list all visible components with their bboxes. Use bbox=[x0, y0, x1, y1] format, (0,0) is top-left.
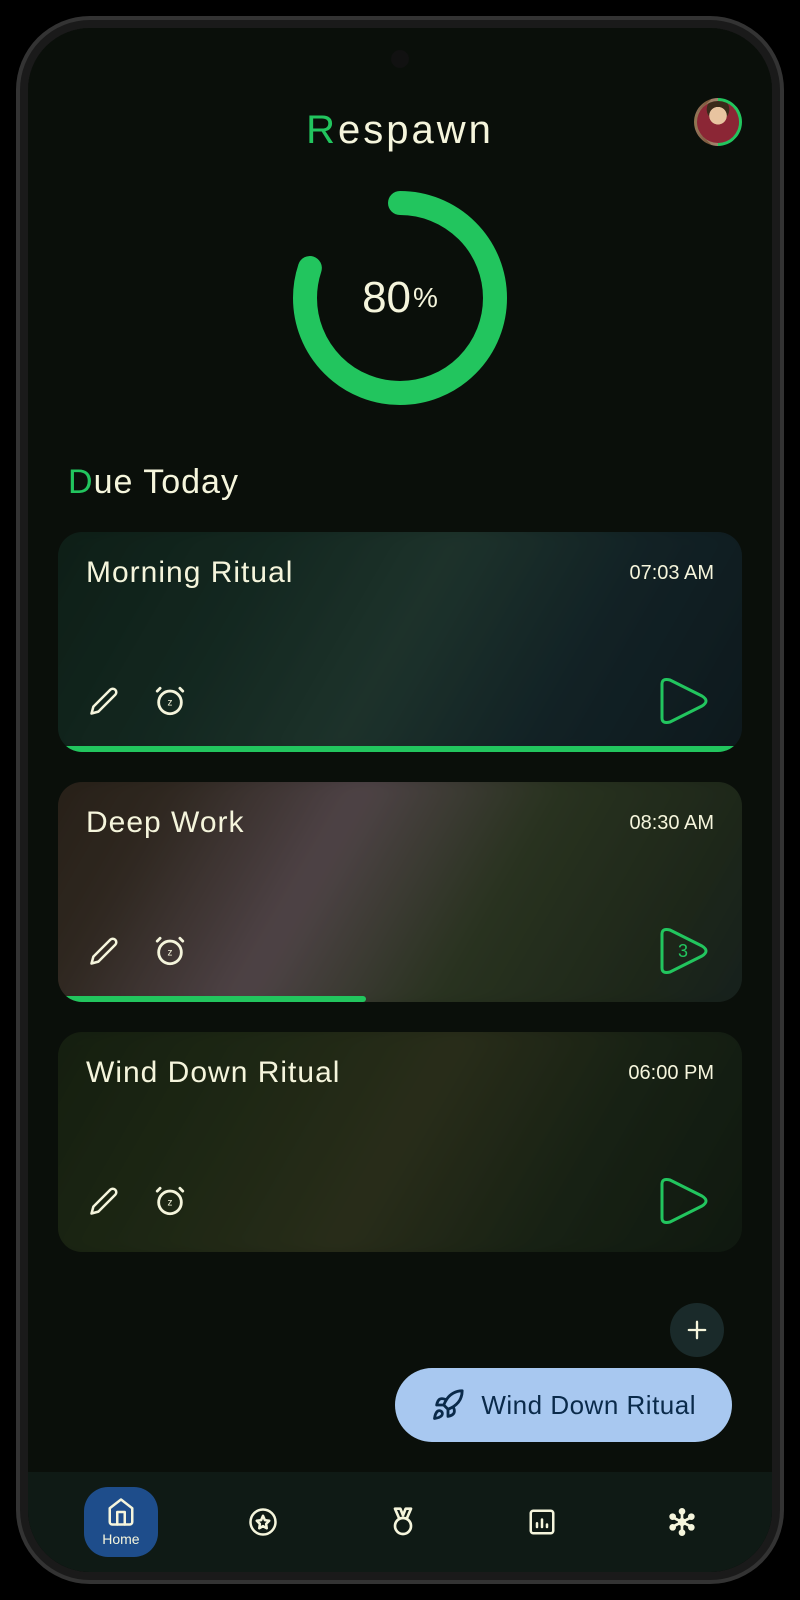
pencil-icon bbox=[89, 936, 119, 966]
card-actions: z bbox=[86, 683, 188, 719]
snooze-button[interactable]: z bbox=[152, 1183, 188, 1219]
avatar-image bbox=[697, 101, 739, 143]
nav-chart[interactable] bbox=[509, 1497, 575, 1547]
edit-button[interactable] bbox=[86, 1183, 122, 1219]
play-button[interactable] bbox=[652, 674, 714, 728]
pencil-icon bbox=[89, 686, 119, 716]
snooze-button[interactable]: z bbox=[152, 683, 188, 719]
camera-notch bbox=[391, 50, 409, 68]
card-header: Deep Work 08:30 AM bbox=[86, 806, 714, 840]
nav-home[interactable]: Home bbox=[84, 1487, 157, 1557]
nav-label: Home bbox=[102, 1531, 139, 1547]
card-footer: z bbox=[86, 674, 714, 728]
bottom-nav: Home bbox=[28, 1472, 772, 1572]
snooze-icon: z bbox=[153, 684, 187, 718]
medal-icon bbox=[387, 1506, 419, 1538]
edit-button[interactable] bbox=[86, 683, 122, 719]
rocket-icon bbox=[431, 1388, 465, 1422]
card-footer: z 3 bbox=[86, 924, 714, 978]
section-title-first-letter: D bbox=[68, 463, 94, 501]
card-footer: z bbox=[86, 1174, 714, 1228]
star-circle-icon bbox=[248, 1507, 278, 1537]
app-title-rest: espawn bbox=[338, 108, 494, 152]
card-header: Wind Down Ritual 06:00 PM bbox=[86, 1056, 714, 1090]
play-button[interactable] bbox=[652, 1174, 714, 1228]
card-title: Wind Down Ritual bbox=[86, 1056, 340, 1090]
header: Respawn bbox=[58, 108, 742, 153]
card-progress-bar bbox=[58, 996, 366, 1002]
card-time: 08:30 AM bbox=[629, 812, 714, 835]
phone-frame: Respawn 80% Due Today bbox=[20, 20, 780, 1580]
app-title: Respawn bbox=[306, 108, 494, 153]
snooze-icon: z bbox=[153, 1184, 187, 1218]
network-icon bbox=[666, 1506, 698, 1538]
ritual-card[interactable]: Wind Down Ritual 06:00 PM z bbox=[58, 1032, 742, 1252]
section-title: Due Today bbox=[68, 463, 742, 502]
play-icon bbox=[652, 674, 714, 728]
ritual-card[interactable]: Deep Work 08:30 AM z bbox=[58, 782, 742, 1002]
play-badge: 3 bbox=[652, 924, 714, 978]
snooze-button[interactable]: z bbox=[152, 933, 188, 969]
progress-ring: 80% bbox=[285, 183, 515, 413]
play-icon bbox=[652, 1174, 714, 1228]
chart-icon bbox=[527, 1507, 557, 1537]
progress-suffix: % bbox=[413, 282, 438, 314]
card-actions: z bbox=[86, 1183, 188, 1219]
edit-button[interactable] bbox=[86, 933, 122, 969]
progress-ring-container: 80% bbox=[58, 183, 742, 413]
nav-star[interactable] bbox=[230, 1497, 296, 1547]
card-title: Morning Ritual bbox=[86, 556, 293, 590]
svg-text:z: z bbox=[168, 947, 173, 958]
plus-icon bbox=[683, 1316, 711, 1344]
home-icon bbox=[106, 1497, 136, 1527]
pencil-icon bbox=[89, 1186, 119, 1216]
pill-label: Wind Down Ritual bbox=[481, 1390, 696, 1421]
screen: Respawn 80% Due Today bbox=[28, 28, 772, 1572]
svg-text:z: z bbox=[168, 1197, 173, 1208]
card-actions: z bbox=[86, 933, 188, 969]
ritual-card[interactable]: Morning Ritual 07:03 AM z bbox=[58, 532, 742, 752]
card-progress-bar bbox=[58, 746, 742, 752]
snooze-icon: z bbox=[153, 934, 187, 968]
add-button[interactable] bbox=[670, 1303, 724, 1357]
quick-launch-pill[interactable]: Wind Down Ritual bbox=[395, 1368, 732, 1442]
card-header: Morning Ritual 07:03 AM bbox=[86, 556, 714, 590]
section-title-rest: ue Today bbox=[94, 463, 239, 501]
card-time: 06:00 PM bbox=[628, 1062, 714, 1085]
svg-text:z: z bbox=[168, 697, 173, 708]
progress-number: 80 bbox=[362, 273, 411, 323]
avatar[interactable] bbox=[684, 88, 752, 156]
nav-medal[interactable] bbox=[369, 1496, 437, 1548]
progress-value: 80% bbox=[285, 183, 515, 413]
app-title-first-letter: R bbox=[306, 108, 338, 152]
nav-network[interactable] bbox=[648, 1496, 716, 1548]
play-button[interactable]: 3 bbox=[652, 924, 714, 978]
card-time: 07:03 AM bbox=[629, 562, 714, 585]
card-title: Deep Work bbox=[86, 806, 245, 840]
